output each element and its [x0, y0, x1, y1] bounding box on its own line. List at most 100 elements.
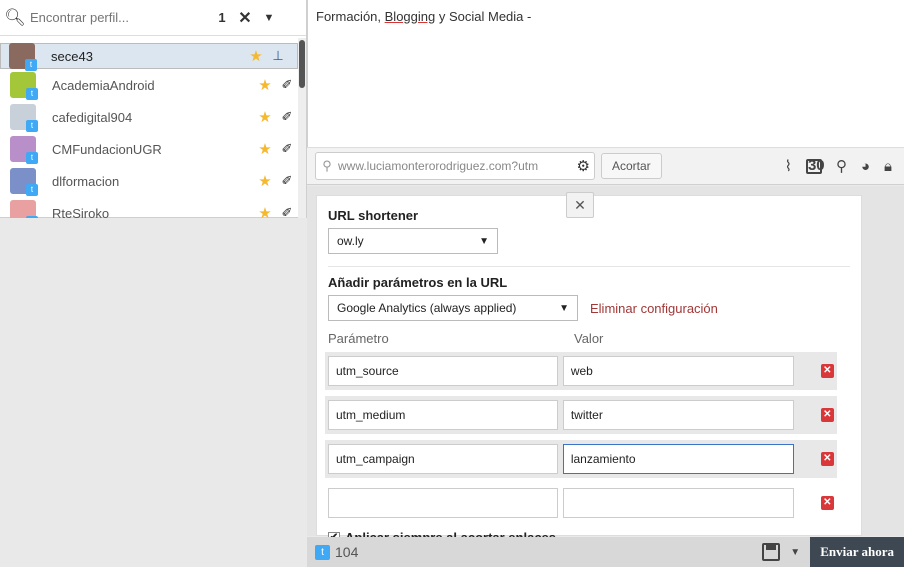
- message-text-part: Formación,: [316, 9, 385, 24]
- avatar: t: [9, 43, 37, 71]
- param-row: ✕: [325, 352, 837, 390]
- twitter-icon: t: [315, 544, 330, 560]
- profile-list: t sece43 ★ ⊥ t AcademiaAndroid ★ ✐ t caf…: [0, 38, 298, 218]
- send-now-button[interactable]: Enviar ahora: [810, 537, 904, 567]
- profile-item[interactable]: t sece43 ★ ⊥: [0, 43, 298, 71]
- profile-name: CMFundacionUGR: [52, 141, 162, 157]
- param-key-input[interactable]: [328, 488, 558, 518]
- pin-icon[interactable]: ✐: [276, 109, 298, 125]
- shorten-button[interactable]: Acortar: [601, 153, 662, 179]
- scrollbar-thumb[interactable]: [299, 40, 305, 88]
- globe-icon[interactable]: ◕: [861, 158, 870, 175]
- profile-name: RteSiroko: [52, 205, 110, 219]
- twitter-icon: t: [26, 120, 38, 132]
- delete-row-icon[interactable]: ✕: [820, 408, 834, 422]
- profile-search-input[interactable]: [30, 10, 210, 25]
- star-icon[interactable]: ★: [254, 108, 276, 126]
- profile-item[interactable]: t cafedigital904 ★ ✐: [0, 101, 298, 133]
- save-draft-icon[interactable]: [762, 543, 781, 561]
- search-icon: 🔍︎: [4, 7, 26, 27]
- avatar: t: [10, 200, 38, 218]
- location-icon[interactable]: ⚲: [836, 157, 847, 175]
- param-column-label: Parámetro: [328, 331, 389, 346]
- remove-config-link[interactable]: Eliminar configuración: [590, 301, 718, 316]
- delete-row-icon[interactable]: ✕: [820, 364, 834, 378]
- avatar: t: [10, 168, 38, 196]
- profile-selector: 🔍︎ 1 ✕ ▼ t sece43 ★ ⊥ t AcademiaAndroid …: [0, 0, 307, 218]
- profile-name: cafedigital904: [52, 109, 133, 125]
- character-counter: t 104: [315, 544, 358, 560]
- params-header: Parámetro Valor: [328, 331, 850, 346]
- param-value-input[interactable]: [562, 488, 794, 518]
- pin-icon[interactable]: ✐: [276, 205, 298, 218]
- divider: [328, 266, 850, 267]
- twitter-icon: t: [26, 88, 38, 100]
- caret-down-icon[interactable]: ▼: [256, 12, 282, 24]
- param-value-input[interactable]: [562, 400, 794, 430]
- preset-value: Google Analytics (always applied): [337, 301, 517, 315]
- close-icon[interactable]: ✕: [234, 8, 256, 28]
- twitter-icon: t: [26, 184, 38, 196]
- message-text[interactable]: Formación, Blogging y Social Media -: [308, 0, 904, 33]
- param-row: ✕: [325, 396, 837, 434]
- param-value-input[interactable]: [562, 444, 794, 474]
- star-icon[interactable]: ★: [254, 76, 276, 94]
- lock-icon[interactable]: 🔒︎: [884, 158, 892, 175]
- star-icon[interactable]: ★: [254, 140, 276, 158]
- url-text: www.luciamonterorodriguez.com?utm: [338, 159, 539, 173]
- calendar-icon[interactable]: 30: [805, 158, 825, 174]
- profile-name: sece43: [51, 48, 93, 64]
- delete-row-icon[interactable]: ✕: [820, 496, 834, 510]
- param-key-input[interactable]: [328, 400, 558, 430]
- url-shortener-settings: URL shortener ow.ly ▼ Añadir parámetros e…: [307, 186, 904, 545]
- shortener-card: URL shortener ow.ly ▼ Añadir parámetros e…: [316, 195, 862, 545]
- param-key-input[interactable]: [328, 444, 558, 474]
- param-value-input[interactable]: [562, 356, 794, 386]
- avatar: t: [10, 104, 38, 132]
- delete-row-icon[interactable]: ✕: [820, 452, 834, 466]
- star-icon[interactable]: ★: [254, 172, 276, 190]
- pin-icon[interactable]: ⊥: [267, 48, 289, 64]
- preset-row: Google Analytics (always applied) ▼ Elimi…: [328, 295, 850, 321]
- link-toolbar: ⚲ www.luciamonterorodriguez.com?utm ⚙ Ac…: [307, 147, 904, 185]
- compose-footer: t 104 ▼ Enviar ahora: [307, 537, 904, 567]
- shortener-value: ow.ly: [337, 234, 364, 248]
- profile-item[interactable]: t CMFundacionUGR ★ ✐: [0, 133, 298, 165]
- pin-icon[interactable]: ✐: [276, 141, 298, 157]
- avatar: t: [10, 72, 38, 100]
- params-title: Añadir parámetros en la URL: [328, 275, 508, 290]
- param-key-input[interactable]: [328, 356, 558, 386]
- star-icon[interactable]: ★: [254, 204, 276, 218]
- gear-icon[interactable]: ⚙: [577, 157, 590, 175]
- shortener-select[interactable]: ow.ly ▼: [328, 228, 498, 254]
- twitter-icon: t: [26, 216, 38, 218]
- profile-list-scrollbar[interactable]: [298, 38, 306, 218]
- star-icon[interactable]: ★: [245, 47, 267, 65]
- caret-down-icon: ▼: [559, 302, 569, 314]
- pin-icon[interactable]: ✐: [276, 173, 298, 189]
- close-settings-button[interactable]: ✕: [566, 192, 594, 218]
- avatar: t: [10, 136, 38, 164]
- link-icon: ⚲: [322, 158, 332, 173]
- param-row-empty: ✕: [325, 484, 837, 522]
- preset-select[interactable]: Google Analytics (always applied) ▼: [328, 295, 578, 321]
- profile-name: dlformacion: [52, 173, 120, 189]
- toolbar-icons: ⌇ 30 ⚲ ◕ 🔒︎: [785, 157, 904, 176]
- profile-search-bar: 🔍︎ 1 ✕ ▼: [0, 0, 306, 36]
- message-text-part: y Social Media -: [435, 9, 532, 24]
- profile-item[interactable]: t AcademiaAndroid ★ ✐: [0, 69, 298, 101]
- attachment-icon[interactable]: ⌇: [785, 157, 792, 175]
- caret-down-icon[interactable]: ▼: [790, 547, 800, 558]
- value-column-label: Valor: [574, 331, 604, 346]
- message-compose-area[interactable]: Formación, Blogging y Social Media -: [307, 0, 904, 147]
- profile-item[interactable]: t RteSiroko ★ ✐: [0, 197, 298, 218]
- profile-name: AcademiaAndroid: [52, 77, 155, 93]
- pin-icon[interactable]: ✐: [276, 77, 298, 93]
- url-input[interactable]: ⚲ www.luciamonterorodriguez.com?utm ⚙: [315, 152, 595, 180]
- caret-down-icon: ▼: [479, 235, 489, 247]
- profile-item[interactable]: t dlformacion ★ ✐: [0, 165, 298, 197]
- selected-profile-count: 1: [218, 10, 226, 25]
- misspelled-word: Blogging: [384, 9, 436, 24]
- twitter-icon: t: [26, 152, 38, 164]
- char-count: 104: [335, 544, 359, 560]
